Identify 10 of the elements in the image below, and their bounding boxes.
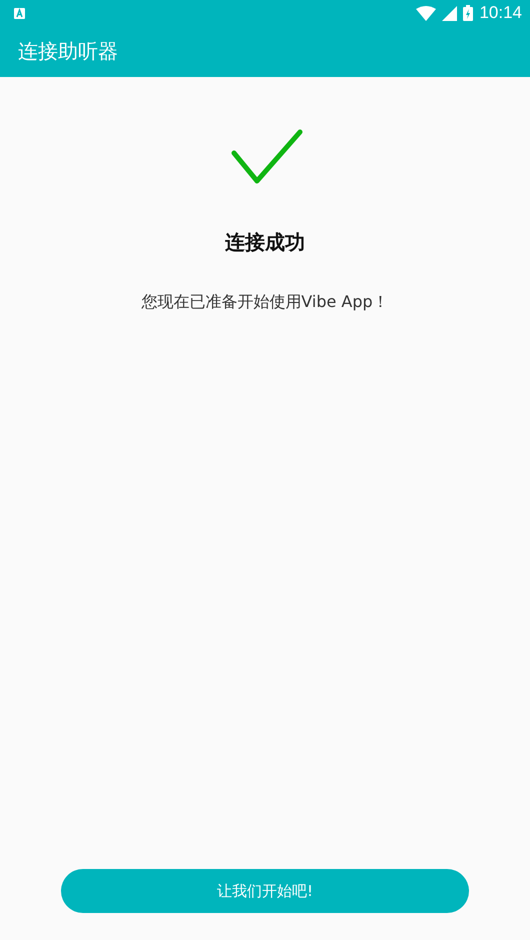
app-bar-title: 连接助听器: [18, 38, 118, 65]
checkmark-icon: [231, 129, 303, 185]
wifi-icon: [416, 6, 436, 20]
status-time: 10:14: [479, 3, 522, 23]
signal-icon: [442, 6, 458, 20]
start-button[interactable]: 让我们开始吧!: [61, 869, 469, 913]
success-title: 连接成功: [225, 229, 305, 256]
notification-icon: [14, 8, 25, 18]
success-message: 您现在已准备开始使用Vibe App！: [141, 292, 389, 313]
battery-icon: [463, 5, 474, 21]
